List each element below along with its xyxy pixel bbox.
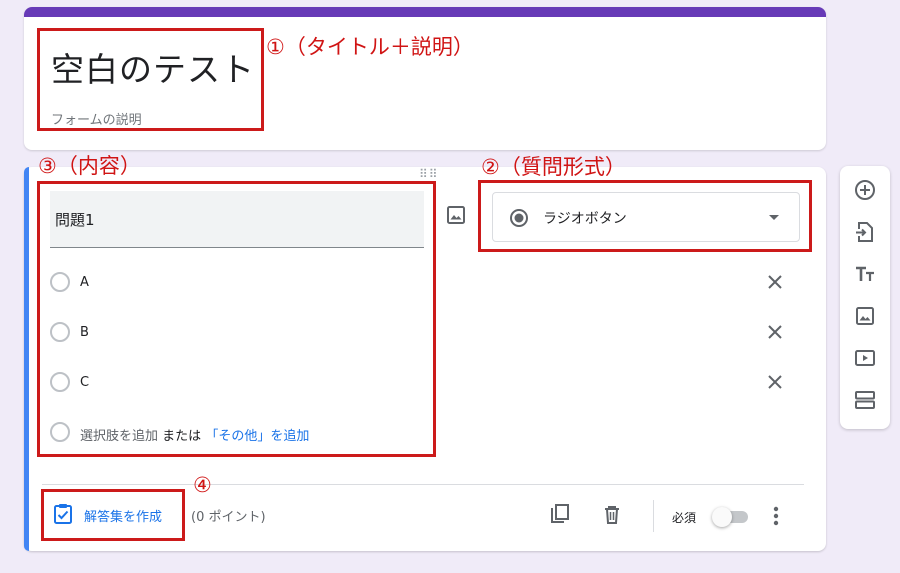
annotation-label-2: ②（質問形式） xyxy=(481,155,626,179)
more-options-icon[interactable] xyxy=(770,504,782,528)
annotation-label-1: ①（タイトル＋説明） xyxy=(266,35,474,59)
remove-option-icon[interactable] xyxy=(767,274,783,290)
duplicate-icon[interactable] xyxy=(548,503,572,527)
add-question-icon[interactable] xyxy=(853,178,877,202)
footer-divider xyxy=(42,484,804,485)
add-image-icon[interactable] xyxy=(853,304,877,328)
add-video-icon[interactable] xyxy=(853,346,877,370)
import-questions-icon[interactable] xyxy=(853,220,877,244)
annotation-box-answer-key xyxy=(41,489,185,541)
footer-separator xyxy=(653,500,654,532)
points-text: (0 ポイント) xyxy=(191,510,266,525)
annotation-label-4: ④ xyxy=(193,473,212,497)
floating-toolbar xyxy=(840,166,890,429)
remove-option-icon[interactable] xyxy=(767,374,783,390)
insert-image-icon[interactable] xyxy=(444,203,468,227)
annotation-box-content xyxy=(37,181,436,457)
add-title-icon[interactable] xyxy=(853,262,877,286)
annotation-label-3: ③（内容） xyxy=(38,154,141,178)
toggle-knob xyxy=(712,507,732,527)
annotation-box-type xyxy=(478,180,812,252)
drag-handle-icon[interactable]: ⠿⠿ xyxy=(419,168,439,180)
remove-option-icon[interactable] xyxy=(767,324,783,340)
required-toggle[interactable] xyxy=(712,507,750,527)
annotation-box-title xyxy=(37,28,264,131)
add-section-icon[interactable] xyxy=(853,388,877,412)
delete-icon[interactable] xyxy=(600,503,624,527)
required-label: 必須 xyxy=(672,511,697,525)
active-question-bar xyxy=(24,167,29,551)
theme-color-bar xyxy=(24,7,826,17)
